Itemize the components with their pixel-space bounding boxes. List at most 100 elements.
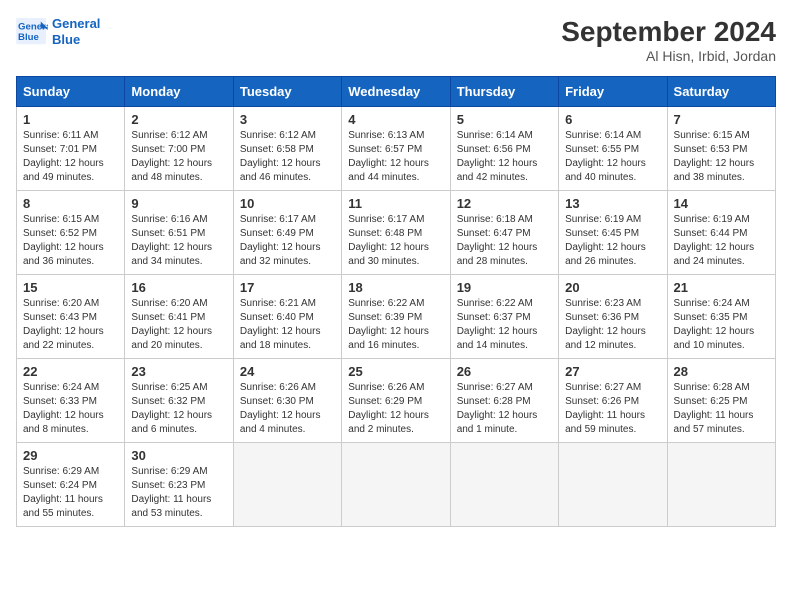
day-number: 21 (674, 280, 769, 295)
day-number: 11 (348, 196, 443, 211)
day-detail: Sunrise: 6:14 AM Sunset: 6:56 PM Dayligh… (457, 129, 552, 185)
day-number: 16 (131, 280, 226, 295)
day-detail: Sunrise: 6:19 AM Sunset: 6:45 PM Dayligh… (565, 213, 660, 269)
calendar-cell: 11 Sunrise: 6:17 AM Sunset: 6:48 PM Dayli… (342, 191, 450, 275)
day-number: 29 (23, 448, 118, 463)
weekday-header: Thursday (450, 77, 558, 107)
day-detail: Sunrise: 6:26 AM Sunset: 6:30 PM Dayligh… (240, 381, 335, 437)
logo-icon: General Blue (16, 18, 48, 46)
day-number: 14 (674, 196, 769, 211)
day-detail: Sunrise: 6:20 AM Sunset: 6:41 PM Dayligh… (131, 297, 226, 353)
calendar-cell (667, 443, 775, 527)
weekday-header: Monday (125, 77, 233, 107)
day-detail: Sunrise: 6:26 AM Sunset: 6:29 PM Dayligh… (348, 381, 443, 437)
calendar-cell: 28 Sunrise: 6:28 AM Sunset: 6:25 PM Dayli… (667, 359, 775, 443)
calendar-week-row: 8 Sunrise: 6:15 AM Sunset: 6:52 PM Daylig… (17, 191, 776, 275)
day-number: 28 (674, 364, 769, 379)
day-detail: Sunrise: 6:22 AM Sunset: 6:37 PM Dayligh… (457, 297, 552, 353)
weekday-header: Sunday (17, 77, 125, 107)
calendar-cell (559, 443, 667, 527)
day-number: 18 (348, 280, 443, 295)
day-number: 1 (23, 112, 118, 127)
calendar-cell: 1 Sunrise: 6:11 AM Sunset: 7:01 PM Daylig… (17, 107, 125, 191)
calendar-table: SundayMondayTuesdayWednesdayThursdayFrid… (16, 76, 776, 527)
day-detail: Sunrise: 6:15 AM Sunset: 6:52 PM Dayligh… (23, 213, 118, 269)
day-detail: Sunrise: 6:28 AM Sunset: 6:25 PM Dayligh… (674, 381, 769, 437)
day-detail: Sunrise: 6:23 AM Sunset: 6:36 PM Dayligh… (565, 297, 660, 353)
calendar-cell: 6 Sunrise: 6:14 AM Sunset: 6:55 PM Daylig… (559, 107, 667, 191)
day-number: 27 (565, 364, 660, 379)
day-detail: Sunrise: 6:25 AM Sunset: 6:32 PM Dayligh… (131, 381, 226, 437)
logo: General Blue General Blue (16, 16, 100, 47)
day-detail: Sunrise: 6:13 AM Sunset: 6:57 PM Dayligh… (348, 129, 443, 185)
calendar-cell: 5 Sunrise: 6:14 AM Sunset: 6:56 PM Daylig… (450, 107, 558, 191)
calendar-cell: 21 Sunrise: 6:24 AM Sunset: 6:35 PM Dayli… (667, 275, 775, 359)
day-detail: Sunrise: 6:15 AM Sunset: 6:53 PM Dayligh… (674, 129, 769, 185)
calendar-cell (342, 443, 450, 527)
day-number: 3 (240, 112, 335, 127)
day-number: 19 (457, 280, 552, 295)
day-number: 17 (240, 280, 335, 295)
day-detail: Sunrise: 6:16 AM Sunset: 6:51 PM Dayligh… (131, 213, 226, 269)
day-detail: Sunrise: 6:20 AM Sunset: 6:43 PM Dayligh… (23, 297, 118, 353)
svg-text:Blue: Blue (18, 31, 39, 42)
calendar-cell (233, 443, 341, 527)
calendar-cell: 10 Sunrise: 6:17 AM Sunset: 6:49 PM Dayli… (233, 191, 341, 275)
day-number: 12 (457, 196, 552, 211)
calendar-cell: 14Sunrise: 6:19 AM Sunset: 6:44 PM Dayli… (667, 191, 775, 275)
weekday-header: Friday (559, 77, 667, 107)
day-detail: Sunrise: 6:29 AM Sunset: 6:23 PM Dayligh… (131, 465, 226, 521)
day-number: 7 (674, 112, 769, 127)
calendar-week-row: 15 Sunrise: 6:20 AM Sunset: 6:43 PM Dayli… (17, 275, 776, 359)
calendar-header: SundayMondayTuesdayWednesdayThursdayFrid… (17, 77, 776, 107)
month-title: September 2024 (561, 16, 776, 48)
calendar-cell: 22 Sunrise: 6:24 AM Sunset: 6:33 PM Dayli… (17, 359, 125, 443)
day-number: 4 (348, 112, 443, 127)
day-number: 8 (23, 196, 118, 211)
day-detail: Sunrise: 6:22 AM Sunset: 6:39 PM Dayligh… (348, 297, 443, 353)
calendar-cell (450, 443, 558, 527)
day-number: 10 (240, 196, 335, 211)
calendar-week-row: 22 Sunrise: 6:24 AM Sunset: 6:33 PM Dayli… (17, 359, 776, 443)
calendar-cell: 12 Sunrise: 6:18 AM Sunset: 6:47 PM Dayli… (450, 191, 558, 275)
calendar-cell: 4 Sunrise: 6:13 AM Sunset: 6:57 PM Daylig… (342, 107, 450, 191)
day-detail: Sunrise: 6:27 AM Sunset: 6:28 PM Dayligh… (457, 381, 552, 437)
calendar-cell: 20 Sunrise: 6:23 AM Sunset: 6:36 PM Dayli… (559, 275, 667, 359)
calendar-week-row: 29Sunrise: 6:29 AM Sunset: 6:24 PM Dayli… (17, 443, 776, 527)
calendar-cell: 19 Sunrise: 6:22 AM Sunset: 6:37 PM Dayli… (450, 275, 558, 359)
calendar-cell: 23Sunrise: 6:25 AM Sunset: 6:32 PM Dayli… (125, 359, 233, 443)
day-number: 26 (457, 364, 552, 379)
day-detail: Sunrise: 6:14 AM Sunset: 6:55 PM Dayligh… (565, 129, 660, 185)
calendar-cell: 13 Sunrise: 6:19 AM Sunset: 6:45 PM Dayli… (559, 191, 667, 275)
day-number: 20 (565, 280, 660, 295)
day-detail: Sunrise: 6:17 AM Sunset: 6:49 PM Dayligh… (240, 213, 335, 269)
day-number: 15 (23, 280, 118, 295)
header-row: SundayMondayTuesdayWednesdayThursdayFrid… (17, 77, 776, 107)
calendar-cell: 30Sunrise: 6:29 AM Sunset: 6:23 PM Dayli… (125, 443, 233, 527)
calendar-cell: 9Sunrise: 6:16 AM Sunset: 6:51 PM Daylig… (125, 191, 233, 275)
calendar-cell: 2Sunrise: 6:12 AM Sunset: 7:00 PM Daylig… (125, 107, 233, 191)
day-detail: Sunrise: 6:18 AM Sunset: 6:47 PM Dayligh… (457, 213, 552, 269)
day-detail: Sunrise: 6:11 AM Sunset: 7:01 PM Dayligh… (23, 129, 118, 185)
day-number: 2 (131, 112, 226, 127)
calendar-cell: 15 Sunrise: 6:20 AM Sunset: 6:43 PM Dayli… (17, 275, 125, 359)
calendar-body: 1 Sunrise: 6:11 AM Sunset: 7:01 PM Daylig… (17, 107, 776, 527)
calendar-cell: 24 Sunrise: 6:26 AM Sunset: 6:30 PM Dayli… (233, 359, 341, 443)
day-detail: Sunrise: 6:17 AM Sunset: 6:48 PM Dayligh… (348, 213, 443, 269)
day-number: 24 (240, 364, 335, 379)
day-number: 25 (348, 364, 443, 379)
day-detail: Sunrise: 6:24 AM Sunset: 6:35 PM Dayligh… (674, 297, 769, 353)
day-detail: Sunrise: 6:24 AM Sunset: 6:33 PM Dayligh… (23, 381, 118, 437)
day-number: 22 (23, 364, 118, 379)
page-header: General Blue General Blue September 2024… (16, 16, 776, 64)
day-detail: Sunrise: 6:12 AM Sunset: 6:58 PM Dayligh… (240, 129, 335, 185)
logo-line2: Blue (52, 32, 100, 48)
day-number: 5 (457, 112, 552, 127)
calendar-cell: 25 Sunrise: 6:26 AM Sunset: 6:29 PM Dayli… (342, 359, 450, 443)
weekday-header: Saturday (667, 77, 775, 107)
day-detail: Sunrise: 6:27 AM Sunset: 6:26 PM Dayligh… (565, 381, 660, 437)
calendar-cell: 8 Sunrise: 6:15 AM Sunset: 6:52 PM Daylig… (17, 191, 125, 275)
day-number: 6 (565, 112, 660, 127)
calendar-cell: 17Sunrise: 6:21 AM Sunset: 6:40 PM Dayli… (233, 275, 341, 359)
day-number: 13 (565, 196, 660, 211)
